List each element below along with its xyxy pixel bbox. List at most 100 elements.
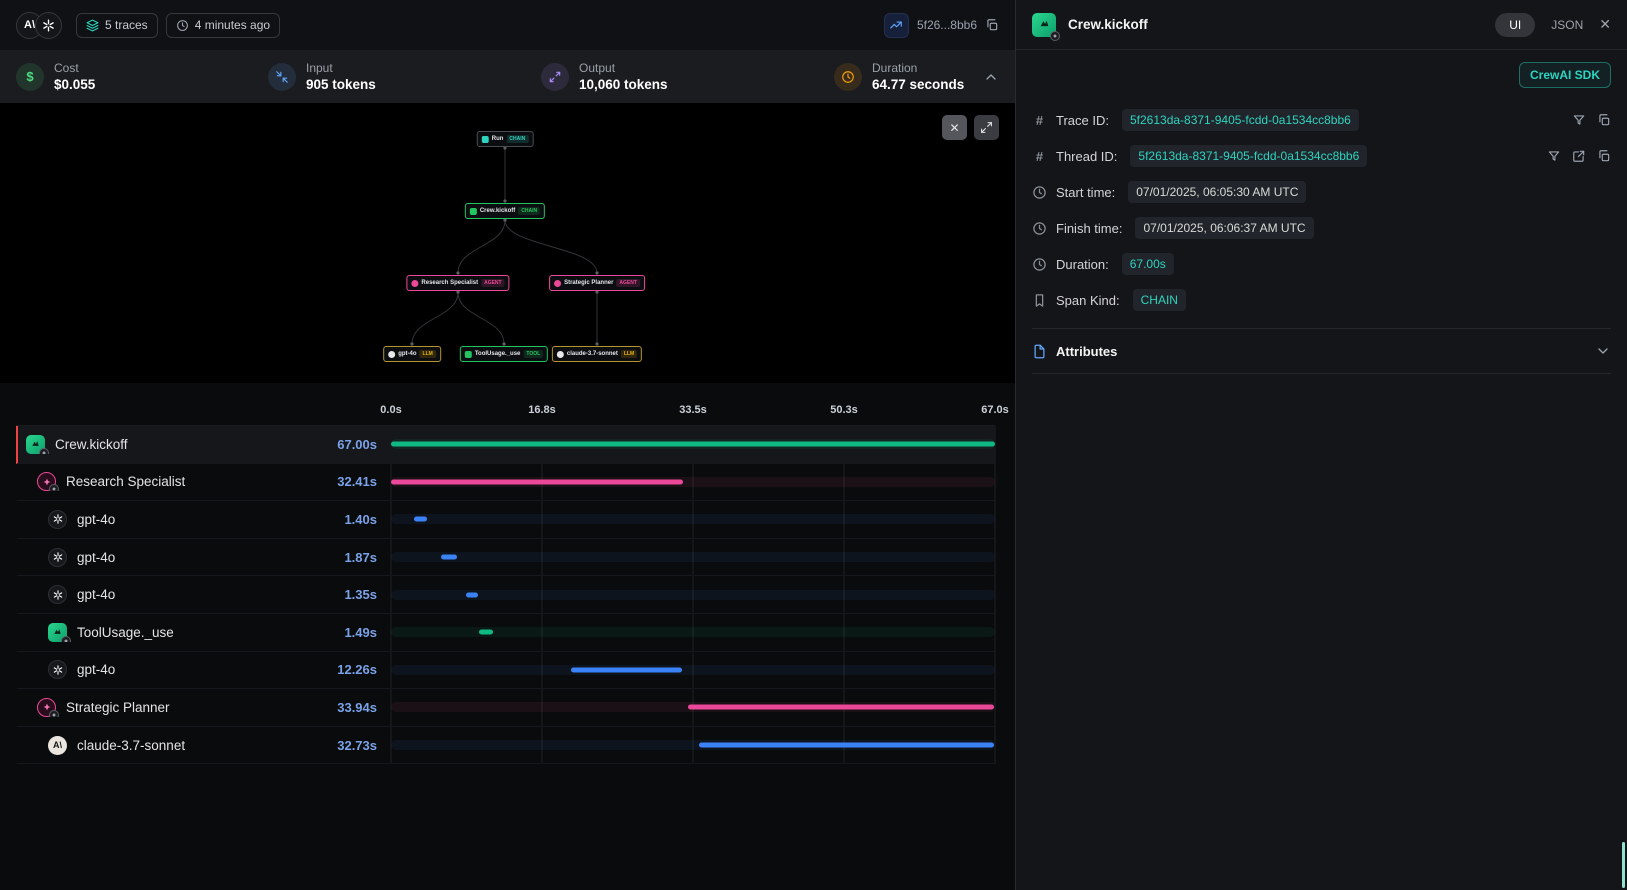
node-icon	[482, 136, 489, 143]
graph-node[interactable]: Crew.kickoff CHAIN	[465, 203, 545, 219]
topbar-right: 5f26...8bb6	[884, 13, 999, 38]
span-duration: 33.94s	[311, 700, 391, 715]
span-duration: 1.49s	[311, 625, 391, 640]
node-icon	[557, 351, 564, 358]
span-duration: 1.87s	[311, 550, 391, 565]
span-bar[interactable]	[688, 705, 994, 710]
scrollbar-thumb[interactable]	[1622, 842, 1625, 888]
field-actions	[1547, 149, 1611, 163]
waterfall-row[interactable]: A\ claude-3.7-sonnet 32.73s	[16, 727, 995, 765]
graph-node[interactable]: Strategic Planner AGENT	[549, 275, 645, 291]
waterfall-row[interactable]: Research Specialist 32.41s	[16, 464, 995, 502]
span-bar-area	[391, 689, 995, 726]
span-bar[interactable]	[466, 592, 478, 597]
waterfall-row[interactable]: Crew.kickoff 67.00s	[16, 426, 995, 464]
layers-icon	[86, 19, 99, 32]
filter-icon[interactable]	[1547, 149, 1561, 163]
dollar-icon: $	[16, 63, 44, 91]
span-bar-track	[391, 552, 995, 562]
span-duration: 1.35s	[311, 587, 391, 602]
expand-graph-button[interactable]	[974, 115, 999, 140]
node-kind-chip: TOOL	[523, 350, 543, 358]
openai-icon	[48, 660, 67, 679]
open-icon[interactable]	[1572, 149, 1586, 163]
node-label: Research Specialist	[421, 280, 478, 286]
close-panel-button[interactable]: ✕	[1599, 16, 1611, 33]
attributes-section[interactable]: Attributes	[1032, 328, 1611, 374]
graph-node[interactable]: ToolUsage._use TOOL	[460, 346, 548, 362]
span-name: gpt-4o	[77, 587, 115, 602]
span-name: gpt-4o	[77, 662, 115, 677]
span-bar-area	[391, 614, 995, 651]
field-start-time: Start time: 07/01/2025, 06:05:30 AM UTC	[1032, 174, 1611, 210]
copy-icon[interactable]	[1597, 149, 1611, 163]
graph-node[interactable]: claude-3.7-sonnet LLM	[552, 346, 642, 362]
graph-node[interactable]: Research Specialist AGENT	[406, 275, 509, 291]
node-label: Run	[492, 136, 504, 142]
close-graph-button[interactable]: ✕	[942, 115, 967, 140]
tab-ui[interactable]: UI	[1495, 13, 1535, 37]
span-bar-area	[391, 652, 995, 689]
node-label: Crew.kickoff	[480, 208, 515, 214]
filter-icon[interactable]	[1572, 113, 1586, 127]
instrumentation-badge-icon	[39, 448, 49, 454]
span-bar[interactable]	[391, 442, 995, 447]
field-value[interactable]: 07/01/2025, 06:05:30 AM UTC	[1128, 181, 1306, 203]
span-bar[interactable]	[391, 479, 683, 484]
field-label: Trace ID:	[1056, 113, 1109, 128]
chevron-down-icon[interactable]	[1595, 343, 1611, 359]
sdk-badge: CrewAI SDK	[1519, 62, 1611, 88]
field-value[interactable]: 67.00s	[1122, 253, 1174, 275]
tab-json[interactable]: JSON	[1551, 18, 1583, 32]
waterfall-row[interactable]: gpt-4o 12.26s	[16, 652, 995, 690]
field-actions	[1572, 113, 1611, 127]
copy-icon[interactable]	[985, 18, 999, 32]
hash-icon: #	[1032, 113, 1047, 128]
traces-badge[interactable]: 5 traces	[76, 13, 158, 38]
waterfall-row[interactable]: gpt-4o 1.40s	[16, 501, 995, 539]
node-label: gpt-4o	[398, 351, 416, 357]
span-name: ToolUsage._use	[77, 625, 174, 640]
field-thread-id: # Thread ID: 5f2613da-8371-9405-fcdd-0a1…	[1032, 138, 1611, 174]
topbar: A\ 5 traces 4 minutes ago 5f26...8bb6	[0, 0, 1015, 50]
axis-tick: 0.0s	[380, 404, 401, 416]
waterfall-row[interactable]: gpt-4o 1.87s	[16, 539, 995, 577]
waterfall-row[interactable]: ToolUsage._use 1.49s	[16, 614, 995, 652]
clock-icon	[1032, 221, 1047, 236]
copy-icon[interactable]	[1597, 113, 1611, 127]
node-label: ToolUsage._use	[475, 351, 521, 357]
field-value[interactable]: 5f2613da-8371-9405-fcdd-0a1534cc8bb6	[1130, 145, 1367, 167]
span-bar[interactable]	[479, 630, 492, 635]
trace-chart-button[interactable]	[884, 13, 909, 38]
crew-span-icon	[1032, 13, 1056, 37]
span-name: Strategic Planner	[66, 700, 170, 715]
field-value[interactable]: 5f2613da-8371-9405-fcdd-0a1534cc8bb6	[1122, 109, 1359, 131]
sdk-row: CrewAI SDK	[1032, 62, 1611, 88]
span-bar[interactable]	[414, 517, 427, 522]
axis-tick: 33.5s	[679, 404, 707, 416]
traces-badge-label: 5 traces	[105, 18, 148, 32]
stat-value: 64.77 seconds	[872, 77, 964, 92]
field-duration: Duration: 67.00s	[1032, 246, 1611, 282]
instrumentation-badge-icon	[49, 484, 59, 491]
span-duration: 12.26s	[311, 662, 391, 677]
waterfall-row[interactable]: Strategic Planner 33.94s	[16, 689, 995, 727]
field-value[interactable]: CHAIN	[1133, 289, 1186, 311]
axis-tick: 16.8s	[528, 404, 556, 416]
instrumentation-badge-icon	[1050, 31, 1060, 41]
collapse-chevron-up-icon[interactable]	[983, 69, 999, 85]
span-bar[interactable]	[441, 555, 458, 560]
span-bar[interactable]	[571, 667, 682, 672]
arrows-in-icon	[268, 63, 296, 91]
span-bar[interactable]	[699, 743, 994, 748]
agent-icon	[37, 698, 56, 717]
graph-node[interactable]: Run CHAIN	[477, 131, 534, 147]
field-label: Start time:	[1056, 185, 1115, 200]
field-value[interactable]: 07/01/2025, 06:06:37 AM UTC	[1135, 217, 1313, 239]
trace-graph[interactable]: Run CHAIN Crew.kickoff CHAIN Research Sp…	[0, 103, 1015, 383]
graph-node[interactable]: gpt-4o LLM	[383, 346, 441, 362]
field-label: Span Kind:	[1056, 293, 1120, 308]
waterfall-row[interactable]: gpt-4o 1.35s	[16, 576, 995, 614]
stat-input: Input 905 tokens	[268, 61, 541, 92]
arrows-out-icon	[541, 63, 569, 91]
